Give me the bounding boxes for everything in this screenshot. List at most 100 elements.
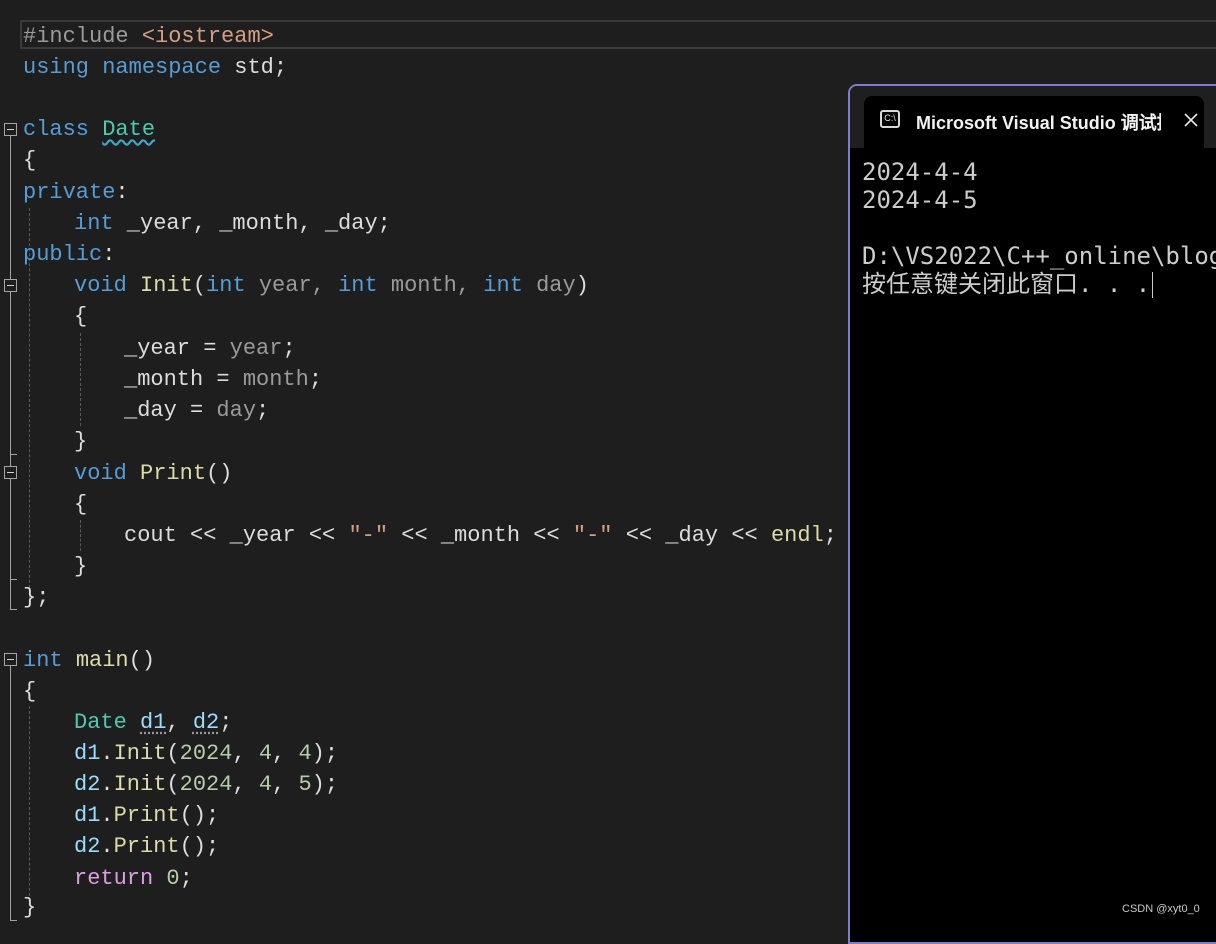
code-line-29: } xyxy=(23,892,36,923)
token-paren: ( xyxy=(192,273,207,298)
token-paren: ( xyxy=(166,741,180,766)
token-text: cout << _year << xyxy=(124,523,349,548)
token-semicolon: ; xyxy=(256,398,270,423)
token-variable: d2 xyxy=(74,772,101,797)
code-line-5: { xyxy=(23,145,36,176)
token-type: Date xyxy=(102,117,156,142)
code-line-22: { xyxy=(23,676,36,707)
token-dot: . xyxy=(100,803,114,828)
token-function: Print xyxy=(113,834,180,859)
token-string: "-" xyxy=(572,523,613,548)
code-line-26: d1.Print(); xyxy=(74,800,219,831)
token-include-path: <iostream> xyxy=(141,24,274,49)
token-param: year, xyxy=(245,273,325,298)
token-semicolon: ; xyxy=(308,367,323,392)
token-text: << _month << xyxy=(388,523,573,548)
token-dot: . xyxy=(100,741,114,766)
token-brace: { xyxy=(23,679,37,704)
token-function: main xyxy=(75,648,129,673)
token-function: endl xyxy=(770,523,824,548)
code-line-28: return 0; xyxy=(74,863,193,894)
token-string: "-" xyxy=(348,523,389,548)
fold-end xyxy=(10,609,17,610)
console-output-line: 2024-4-4 xyxy=(862,158,978,186)
fold-end xyxy=(10,579,17,580)
token-member: _month xyxy=(124,367,204,392)
fold-toggle-init[interactable] xyxy=(4,279,17,292)
code-line-13: _day = day; xyxy=(124,395,269,426)
fold-toggle-print[interactable] xyxy=(4,466,17,479)
token-variable: d2 xyxy=(192,710,220,735)
console-output-line: 2024-4-5 xyxy=(862,186,978,214)
token-paren: () xyxy=(206,461,233,486)
token-number: 5 xyxy=(298,772,312,797)
token-number: 0 xyxy=(166,866,180,891)
token-brace: } xyxy=(74,554,88,579)
token-function: Init xyxy=(113,741,167,766)
code-line-4: class Date xyxy=(23,114,155,145)
token-function: Print xyxy=(140,461,207,486)
token-text: std; xyxy=(221,55,288,80)
token-brace: } xyxy=(23,895,37,920)
token-keyword: int xyxy=(23,648,63,673)
token-comma: , xyxy=(232,741,259,766)
token-keyword: int xyxy=(338,273,378,298)
token-paren: ); xyxy=(311,772,339,797)
token-keyword: private xyxy=(23,180,116,205)
token-number: 4 xyxy=(298,741,312,766)
code-line-24: d1.Init(2024, 4, 4); xyxy=(74,738,338,769)
token-keyword: return xyxy=(74,866,154,891)
token-keyword: int xyxy=(206,273,246,298)
token-text: : xyxy=(102,242,116,267)
token-operator: = xyxy=(176,398,217,423)
code-line-7: int _year, _month, _day; xyxy=(74,208,391,239)
token-paren: ); xyxy=(311,741,339,766)
token-number: 4 xyxy=(258,772,273,797)
token-number: 2024 xyxy=(179,772,233,797)
token-variable: d1 xyxy=(140,710,167,735)
close-icon[interactable] xyxy=(1182,111,1200,129)
token-function: Init xyxy=(140,273,193,298)
token-function: Print xyxy=(113,803,180,828)
code-line-25: d2.Init(2024, 4, 5); xyxy=(74,769,338,800)
token-comma: , xyxy=(232,772,259,797)
token-paren: (); xyxy=(179,803,220,828)
token-brace: { xyxy=(23,148,37,173)
code-line-10: { xyxy=(74,301,87,332)
fold-toggle-main[interactable] xyxy=(4,653,17,666)
token-keyword: void xyxy=(74,273,127,298)
token-param: month xyxy=(242,367,309,392)
fold-toggle-class[interactable] xyxy=(4,123,17,136)
code-line-11: _year = year; xyxy=(124,333,296,364)
token-variable: d1 xyxy=(74,741,101,766)
code-line-9: void Init(int year, int month, int day) xyxy=(74,270,589,301)
token-brace: } xyxy=(74,429,88,454)
token-paren: () xyxy=(128,648,156,673)
console-titlebar[interactable]: C:\ Microsoft Visual Studio 调试控制台 xyxy=(850,86,1216,148)
code-line-8: public: xyxy=(23,239,115,270)
token-text: _year, _month, _day; xyxy=(113,211,391,236)
code-line-17: cout << _year << "-" << _month << "-" <<… xyxy=(124,520,837,551)
token-param: day xyxy=(522,273,576,298)
token-comma: , xyxy=(272,772,299,797)
token-keyword: int xyxy=(483,273,523,298)
token-keyword: using xyxy=(23,55,90,80)
token-text: : xyxy=(115,180,129,205)
console-prompt-text: 按任意键关闭此窗口. . . xyxy=(862,270,1151,298)
console-tab[interactable]: C:\ Microsoft Visual Studio 调试控制台 xyxy=(864,96,1204,148)
indent-guide xyxy=(80,333,81,426)
console-output-line: D:\VS2022\C++_online\blog\ xyxy=(862,242,1216,270)
debug-console-window[interactable]: C:\ Microsoft Visual Studio 调试控制台 2024-4… xyxy=(848,84,1216,944)
token-member: _day xyxy=(124,398,177,423)
token-semicolon: ; xyxy=(823,523,837,548)
code-line-1: #include <iostream> xyxy=(23,21,274,52)
code-line-15: void Print() xyxy=(74,458,232,489)
token-member: _year xyxy=(124,336,191,361)
code-line-2: using namespace std; xyxy=(23,52,287,83)
token-variable: d2 xyxy=(74,834,101,859)
token-operator: = xyxy=(203,367,243,392)
